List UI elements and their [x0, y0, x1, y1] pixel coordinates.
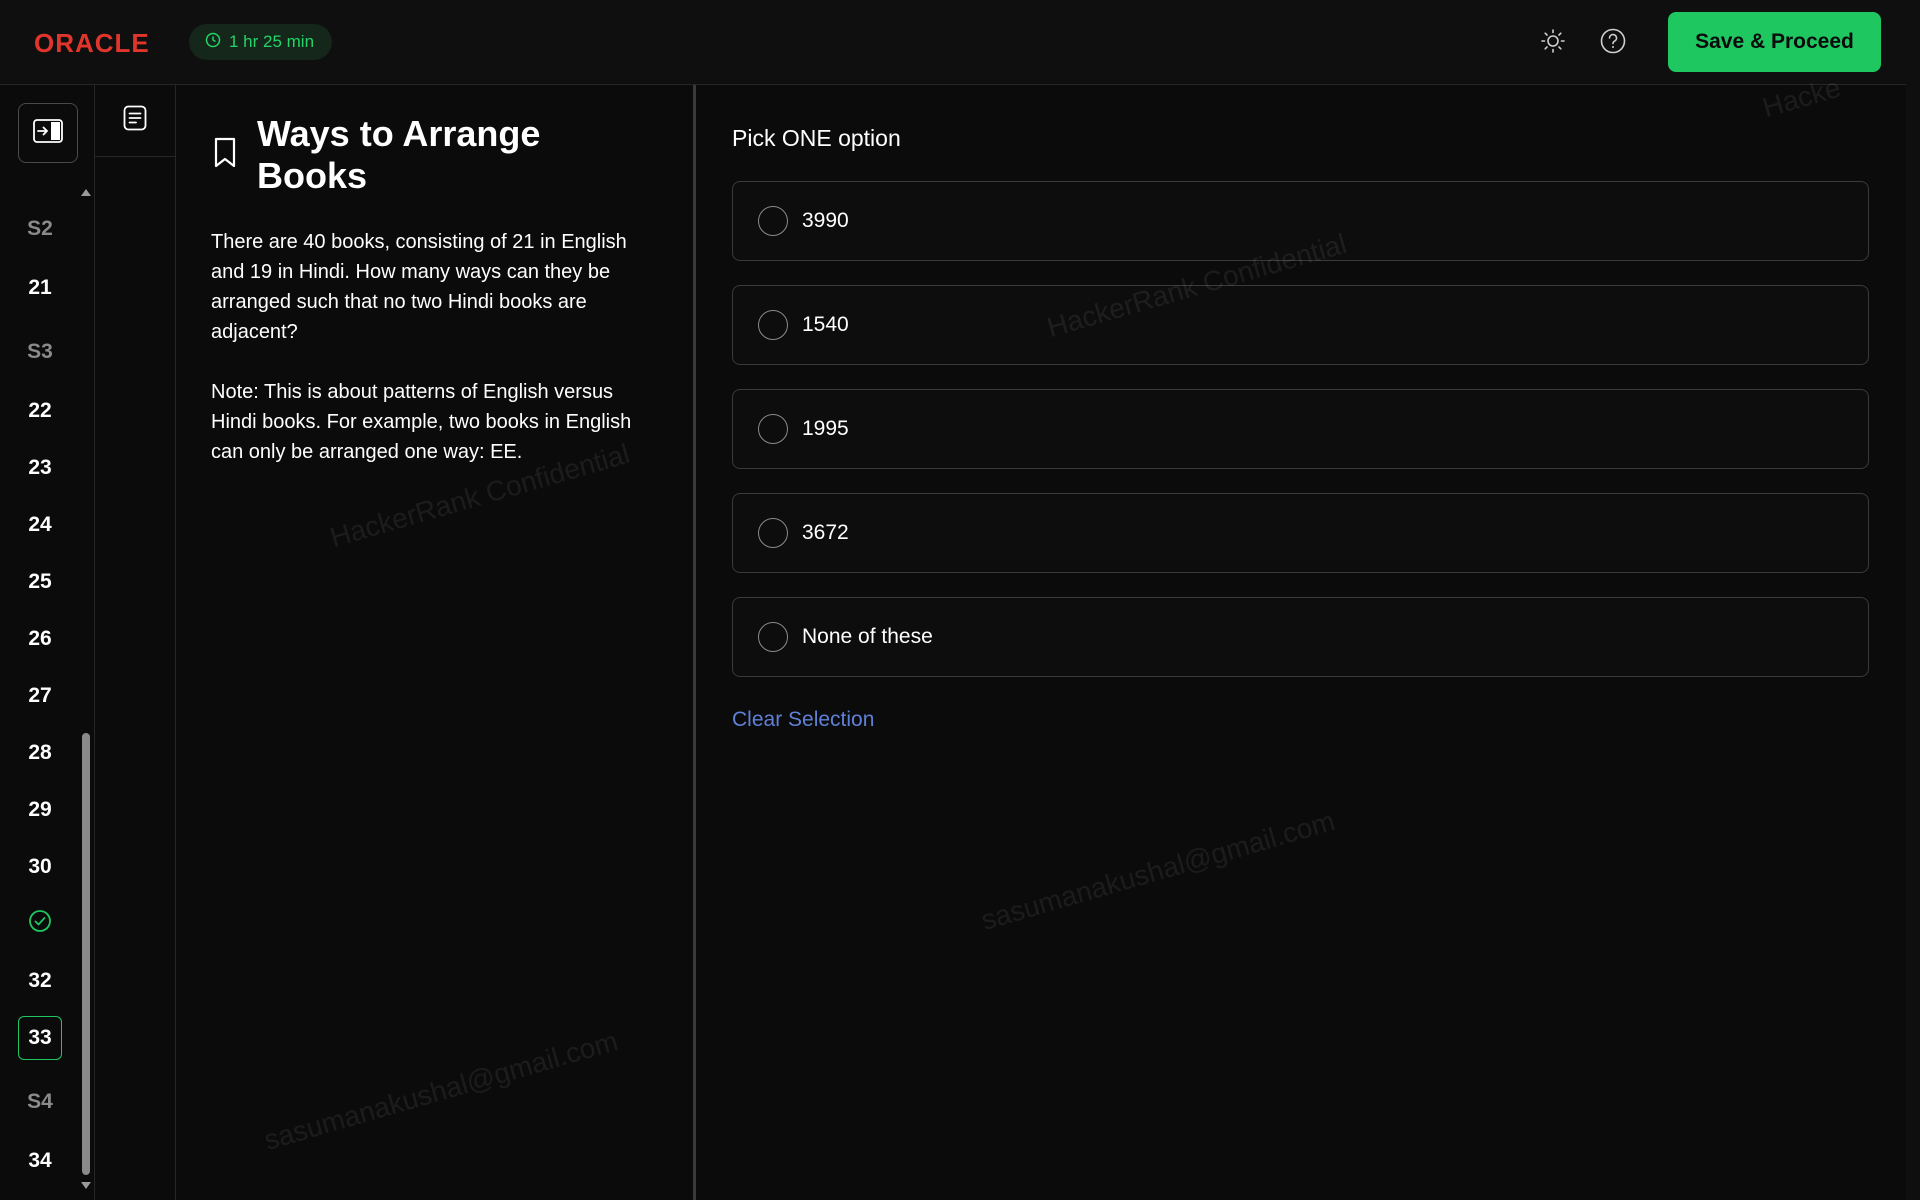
panel-divider[interactable]: [693, 85, 696, 1200]
nav-section-s2[interactable]: S2: [18, 207, 62, 251]
nav-scrollbar-thumb[interactable]: [82, 733, 90, 1175]
option-label: 3990: [802, 209, 849, 232]
timer-badge: 1 hr 25 min: [189, 24, 333, 60]
help-button[interactable]: [1598, 28, 1628, 58]
side-tools-column: [95, 85, 176, 1200]
top-bar: ORACLE 1 hr 25 min Save & Proceed: [0, 0, 1920, 85]
nav-question-23[interactable]: 23: [18, 446, 62, 490]
clear-selection-link[interactable]: Clear Selection: [732, 708, 874, 732]
nav-question-26[interactable]: 26: [18, 617, 62, 661]
nav-question-34[interactable]: 34: [18, 1139, 62, 1183]
nav-question-33-current[interactable]: 33: [18, 1016, 62, 1060]
sun-icon: [1540, 28, 1566, 59]
radio-button[interactable]: [758, 518, 788, 548]
nav-question-25[interactable]: 25: [18, 560, 62, 604]
option-none-of-these[interactable]: None of these: [732, 597, 1869, 677]
page-scrollbar[interactable]: [1906, 0, 1920, 1200]
nav-question-28[interactable]: 28: [18, 731, 62, 775]
option-3990[interactable]: 3990: [732, 181, 1869, 261]
scroll-up-arrow[interactable]: [81, 189, 91, 196]
nav-question-24[interactable]: 24: [18, 503, 62, 547]
clock-icon: [205, 32, 221, 53]
question-panel: Ways to Arrange Books There are 40 books…: [177, 85, 693, 1200]
option-label: 1995: [802, 417, 849, 440]
question-note: Note: This is about patterns of English …: [211, 381, 632, 463]
document-icon: [123, 105, 147, 136]
timer-text: 1 hr 25 min: [229, 32, 315, 51]
oracle-logo: ORACLE: [34, 28, 150, 58]
problem-description-tab[interactable]: [95, 85, 175, 157]
radio-button[interactable]: [758, 206, 788, 236]
nav-question-22[interactable]: 22: [18, 389, 62, 433]
nav-section-s4[interactable]: S4: [18, 1080, 62, 1124]
question-navigator: S2 21 S3 22 23 24 25 26 27 28 29 30 32 3…: [0, 85, 95, 1200]
option-1995[interactable]: 1995: [732, 389, 1869, 469]
save-and-proceed-button[interactable]: Save & Proceed: [1668, 12, 1881, 72]
option-label: 3672: [802, 521, 849, 544]
bookmark-icon[interactable]: [211, 137, 239, 174]
option-1540[interactable]: 1540: [732, 285, 1869, 365]
nav-question-21[interactable]: 21: [18, 266, 62, 310]
pick-one-label: Pick ONE option: [732, 125, 901, 151]
option-label: None of these: [802, 625, 933, 648]
nav-section-s3[interactable]: S3: [18, 330, 62, 374]
question-title: Ways to Arrange Books: [257, 113, 541, 196]
nav-question-answered[interactable]: [18, 902, 62, 946]
check-circle-icon: [28, 909, 52, 939]
option-3672[interactable]: 3672: [732, 493, 1869, 573]
help-circle-icon: [1599, 27, 1627, 60]
expand-sidebar-button[interactable]: [18, 103, 78, 163]
radio-button[interactable]: [758, 310, 788, 340]
scroll-down-arrow[interactable]: [81, 1182, 91, 1189]
nav-question-29[interactable]: 29: [18, 788, 62, 832]
radio-button[interactable]: [758, 414, 788, 444]
question-body: There are 40 books, consisting of 21 in …: [211, 231, 627, 343]
theme-toggle-button[interactable]: [1538, 28, 1568, 58]
nav-question-30[interactable]: 30: [18, 845, 62, 889]
option-label: 1540: [802, 313, 849, 336]
panel-toggle-icon: [33, 118, 63, 148]
answer-panel: Pick ONE option 3990 1540 1995 3672 None…: [732, 85, 1870, 1200]
radio-button[interactable]: [758, 622, 788, 652]
nav-question-27[interactable]: 27: [18, 674, 62, 718]
nav-question-32[interactable]: 32: [18, 959, 62, 1003]
